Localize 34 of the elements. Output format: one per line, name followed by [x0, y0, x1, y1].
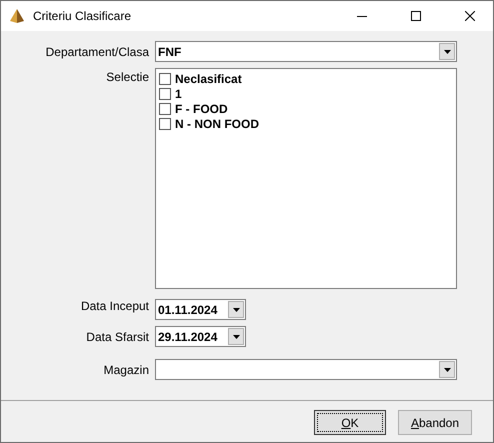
field-label: Data Inceput [80, 299, 149, 315]
dropdown-arrow-icon [232, 334, 240, 338]
checkbox[interactable] [159, 72, 171, 84]
dropdown-button[interactable] [439, 361, 455, 378]
field-label: Selectie [106, 70, 149, 86]
checkbox[interactable] [159, 102, 171, 114]
date-picker[interactable]: 29.11.2024 [155, 326, 246, 347]
field-label: Magazin [104, 363, 149, 379]
list-item[interactable]: N - NON FOOD [175, 116, 259, 130]
abandon-button[interactable]: Abandon [398, 410, 472, 435]
dropdown-button[interactable] [228, 301, 244, 318]
field-label: Departament/Clasa [46, 45, 149, 61]
field-value: 01.11.2024 [157, 302, 218, 316]
department-combo[interactable]: FNF [155, 41, 457, 62]
field-value: 29.11.2024 [157, 330, 218, 344]
dropdown-button[interactable] [439, 43, 455, 60]
field-value: FNF [157, 44, 182, 58]
ok-button[interactable]: OK [314, 410, 386, 435]
window-title: Criteriu Clasificare [33, 9, 132, 23]
list-item[interactable]: F - FOOD [175, 102, 228, 116]
dropdown-arrow-icon [444, 50, 450, 54]
list-item[interactable]: Neclasificat [175, 72, 242, 86]
close-icon [465, 11, 475, 21]
date-picker[interactable]: 01.11.2024 [155, 299, 246, 320]
pyramid-icon [9, 8, 25, 24]
list-item[interactable]: 1 [175, 86, 182, 100]
checkbox[interactable] [159, 118, 171, 130]
dropdown-button[interactable] [228, 328, 244, 345]
field-label: Data Sfarsit [86, 330, 149, 346]
checkbox[interactable] [159, 88, 171, 100]
store-combo[interactable] [155, 359, 457, 380]
maximize-icon [411, 11, 421, 21]
dropdown-arrow-icon [444, 368, 450, 372]
dropdown-arrow-icon [232, 308, 240, 312]
